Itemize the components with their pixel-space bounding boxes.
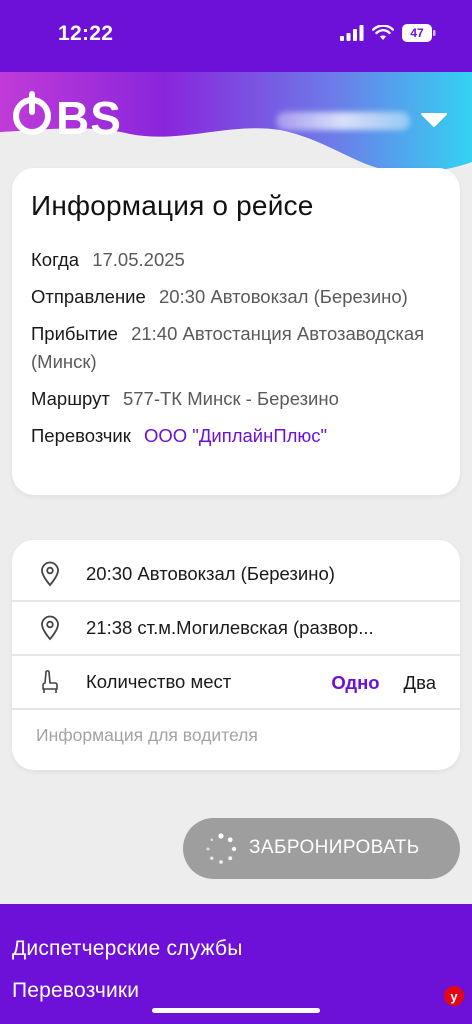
trip-info-card: Информация о рейсе Когда 17.05.2025 Отпр… bbox=[12, 168, 460, 495]
info-value: 20:30 Автовокзал (Березино) bbox=[158, 286, 408, 307]
home-indicator bbox=[152, 1008, 320, 1013]
loading-spinner-icon bbox=[206, 833, 237, 864]
power-icon: BS bbox=[13, 91, 122, 144]
chevron-down-icon bbox=[421, 113, 447, 127]
seat-icon bbox=[42, 670, 58, 693]
info-row-arrival: Прибытие 21:40 Автостанция Автозаводская… bbox=[31, 320, 442, 376]
info-label: Когда bbox=[31, 249, 80, 270]
watermark-logo: у bbox=[444, 986, 464, 1006]
book-button[interactable]: ЗАБРОНИРОВАТЬ bbox=[183, 818, 460, 879]
info-row-date: Когда 17.05.2025 bbox=[31, 246, 442, 274]
user-name-blurred bbox=[276, 112, 410, 130]
battery-icon: 47 bbox=[402, 24, 436, 42]
signal-icon bbox=[340, 25, 364, 41]
info-row-departure: Отправление 20:30 Автовокзал (Березино) bbox=[31, 283, 442, 311]
carrier-link[interactable]: ООО "ДиплайнПлюс" bbox=[144, 425, 327, 446]
location-pin-icon bbox=[41, 615, 59, 641]
location-pin-icon bbox=[41, 561, 59, 587]
departure-stop-text: 20:30 Автовокзал (Березино) bbox=[86, 563, 335, 584]
status-icons: 47 bbox=[340, 24, 436, 42]
app-header: BS bbox=[0, 72, 472, 182]
book-button-label: ЗАБРОНИРОВАТЬ bbox=[249, 837, 420, 858]
seat-option-one[interactable]: Одно bbox=[331, 672, 379, 694]
battery-level: 47 bbox=[410, 26, 424, 40]
footer-link-carriers[interactable]: Перевозчики bbox=[12, 979, 139, 1003]
booking-card: 20:30 Автовокзал (Березино) 21:38 ст.м.М… bbox=[12, 540, 460, 770]
driver-note-input[interactable] bbox=[36, 724, 456, 746]
status-bar: 12:22 47 bbox=[0, 0, 472, 72]
arrival-stop-text: 21:38 ст.м.Могилевская (развор... bbox=[86, 617, 374, 638]
trip-info-title: Информация о рейсе bbox=[31, 190, 314, 221]
seat-option-two[interactable]: Два bbox=[404, 672, 436, 694]
status-time: 12:22 bbox=[58, 22, 114, 45]
info-value: 577-ТК Минск - Березино bbox=[122, 388, 339, 409]
info-row-route: Маршрут 577-ТК Минск - Березино bbox=[31, 385, 442, 413]
seats-selector-row: Количество мест Одно Два bbox=[12, 656, 460, 710]
seat-options: Одно Два bbox=[331, 656, 436, 710]
info-label: Маршрут bbox=[31, 388, 110, 409]
obs-logo: BS bbox=[10, 90, 136, 144]
departure-stop-select[interactable]: 20:30 Автовокзал (Березино) bbox=[12, 548, 460, 602]
info-label: Перевозчик bbox=[31, 425, 131, 446]
logo-text: BS bbox=[56, 92, 122, 142]
info-value: 17.05.2025 bbox=[92, 249, 185, 270]
driver-note-row bbox=[12, 710, 460, 760]
seats-label: Количество мест bbox=[86, 671, 232, 692]
footer: Диспетчерские службы Перевозчики bbox=[0, 904, 472, 1024]
wifi-icon bbox=[372, 25, 394, 40]
user-menu-toggle[interactable] bbox=[420, 110, 448, 130]
footer-link-dispatch[interactable]: Диспетчерские службы bbox=[12, 937, 243, 961]
info-row-carrier: Перевозчик ООО "ДиплайнПлюс" bbox=[31, 422, 442, 450]
arrival-stop-select[interactable]: 21:38 ст.м.Могилевская (развор... bbox=[12, 602, 460, 656]
info-label: Прибытие bbox=[31, 323, 118, 344]
info-label: Отправление bbox=[31, 286, 146, 307]
